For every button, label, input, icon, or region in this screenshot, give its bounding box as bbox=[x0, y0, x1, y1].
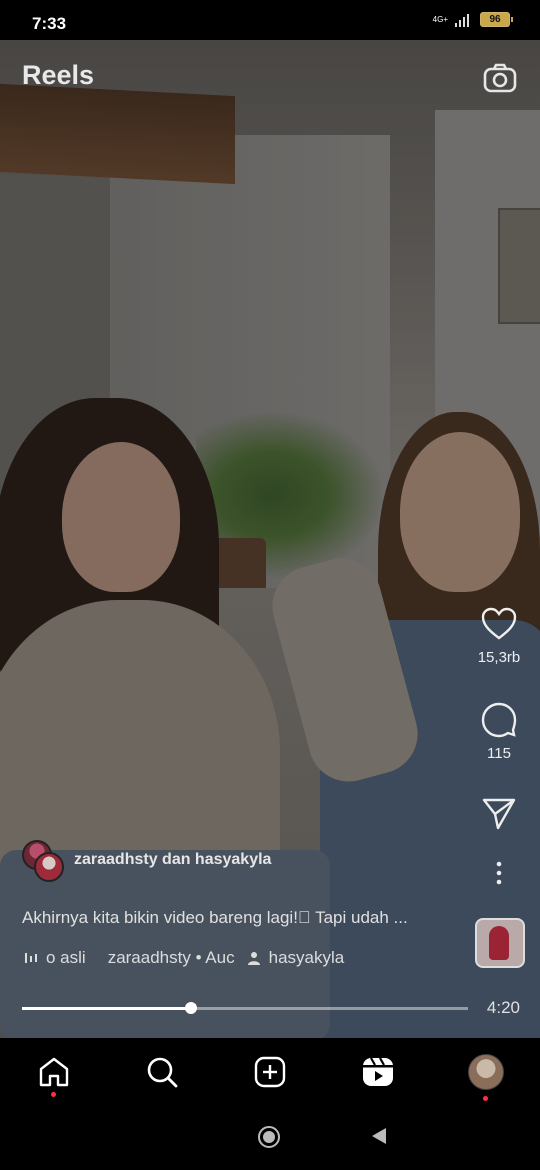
audio-artist[interactable]: zaraadhsty • Auc bbox=[108, 948, 235, 968]
more-options-button[interactable] bbox=[469, 860, 529, 893]
video-duration: 4:20 bbox=[486, 998, 520, 1017]
more-vertical-icon bbox=[496, 861, 502, 885]
profile-avatar bbox=[468, 1054, 504, 1090]
comment-button[interactable]: 115 bbox=[469, 700, 529, 762]
status-icons: 4G+ 96 bbox=[432, 12, 513, 27]
camera-icon bbox=[483, 63, 517, 93]
author-name[interactable]: zaraadhsty dan hasyakyla bbox=[74, 851, 271, 869]
reel-video[interactable] bbox=[0, 40, 540, 1038]
comment-count: 115 bbox=[487, 745, 511, 762]
bottom-navigation bbox=[0, 1038, 540, 1108]
system-home-button[interactable] bbox=[258, 1126, 280, 1148]
status-bar: 7:33 4G+ 96 bbox=[0, 0, 540, 40]
thumbnail-figure bbox=[489, 926, 509, 960]
send-icon bbox=[482, 798, 516, 830]
system-navigation-bar bbox=[0, 1108, 540, 1170]
person-icon bbox=[247, 952, 260, 965]
network-indicator: 4G+ bbox=[432, 14, 448, 24]
battery-indicator: 96 bbox=[480, 12, 513, 27]
audio-info[interactable]: o asli zaraadhsty • Auc hasyakyla bbox=[24, 948, 344, 968]
video-progress-bar[interactable] bbox=[22, 1002, 468, 1014]
post-caption[interactable]: Akhirnya kita bikin video bareng lagi!  … bbox=[22, 908, 462, 928]
system-back-button[interactable] bbox=[372, 1128, 386, 1144]
search-icon bbox=[147, 1057, 178, 1088]
heart-icon bbox=[481, 607, 517, 640]
video-dim-overlay bbox=[0, 40, 540, 1038]
audio-wave-icon bbox=[25, 953, 37, 963]
reels-icon bbox=[363, 1057, 393, 1086]
nav-reels[interactable] bbox=[360, 1054, 396, 1090]
nav-search[interactable] bbox=[144, 1054, 180, 1090]
nav-create[interactable] bbox=[252, 1054, 288, 1090]
signal-icon bbox=[455, 13, 469, 27]
status-time: 7:33 bbox=[32, 14, 67, 33]
share-button[interactable] bbox=[469, 796, 529, 837]
audio-name[interactable]: o asli bbox=[46, 948, 86, 968]
nav-home[interactable] bbox=[36, 1054, 72, 1090]
avatar bbox=[34, 852, 64, 882]
author-avatars[interactable] bbox=[22, 840, 66, 882]
create-icon bbox=[254, 1056, 286, 1088]
notification-dot bbox=[51, 1092, 56, 1097]
progress-fill bbox=[22, 1007, 192, 1010]
camera-button[interactable] bbox=[482, 60, 518, 96]
home-icon bbox=[39, 1057, 69, 1087]
nav-profile[interactable] bbox=[468, 1054, 504, 1090]
audio-thumbnail[interactable] bbox=[475, 918, 525, 968]
comment-icon bbox=[481, 702, 517, 738]
post-author[interactable]: zaraadhsty dan hasyakyla bbox=[22, 840, 271, 882]
tagged-user[interactable]: hasyakyla bbox=[269, 948, 345, 968]
notification-dot bbox=[483, 1096, 488, 1101]
like-count: 15,3rb bbox=[477, 649, 521, 666]
page-title: Reels bbox=[22, 60, 95, 90]
like-button[interactable]: 15,3rb bbox=[469, 606, 529, 666]
